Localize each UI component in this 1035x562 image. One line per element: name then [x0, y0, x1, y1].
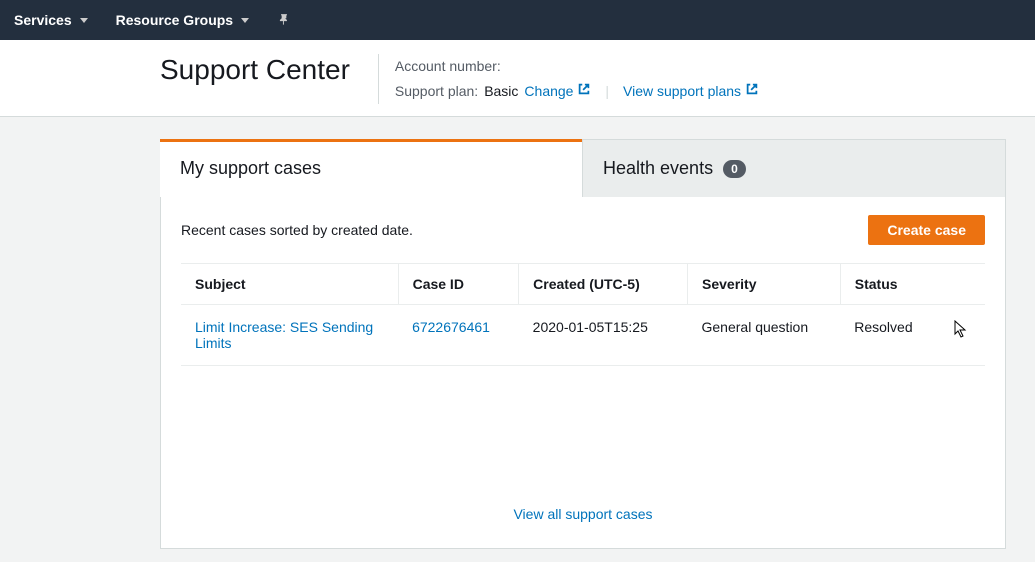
case-id-link[interactable]: 6722676461 [412, 319, 490, 335]
cases-panel: Recent cases sorted by created date. Cre… [160, 197, 1006, 549]
create-case-button[interactable]: Create case [868, 215, 985, 245]
header-band: Support Center Account number: Support p… [0, 40, 1035, 117]
case-subject-link[interactable]: Limit Increase: SES Sending Limits [195, 319, 373, 351]
tab-my-cases[interactable]: My support cases [160, 139, 582, 197]
case-status: Resolved [840, 305, 985, 366]
page-title: Support Center [160, 54, 378, 86]
content-wrap: My support cases Health events 0 Recent … [160, 139, 1006, 549]
nav-resource-groups[interactable]: Resource Groups [116, 12, 249, 28]
view-plans-label: View support plans [623, 83, 741, 99]
view-all-cases-link[interactable]: View all support cases [181, 506, 985, 522]
recent-cases-text: Recent cases sorted by created date. [181, 222, 413, 238]
tab-my-cases-label: My support cases [180, 158, 321, 179]
col-created: Created (UTC-5) [519, 264, 688, 305]
caret-down-icon [241, 18, 249, 23]
change-plan-label: Change [524, 83, 573, 99]
table-row: Limit Increase: SES Sending Limits 67226… [181, 305, 985, 366]
nav-resource-groups-label: Resource Groups [116, 12, 233, 28]
support-plan-label: Support plan: [395, 79, 478, 104]
case-severity: General question [688, 305, 841, 366]
tab-health-events-label: Health events [603, 158, 713, 179]
view-plans-link[interactable]: View support plans [623, 79, 759, 104]
tab-health-events[interactable]: Health events 0 [582, 139, 1006, 197]
col-subject: Subject [181, 264, 398, 305]
cases-table: Subject Case ID Created (UTC-5) Severity… [181, 263, 985, 366]
separator: | [605, 79, 609, 104]
health-count-badge: 0 [723, 160, 746, 178]
table-header-row: Subject Case ID Created (UTC-5) Severity… [181, 264, 985, 305]
change-plan-link[interactable]: Change [524, 79, 591, 104]
top-nav: Services Resource Groups [0, 0, 1035, 40]
external-link-icon [577, 82, 591, 96]
nav-services[interactable]: Services [14, 12, 88, 28]
tabs: My support cases Health events 0 [160, 139, 1006, 197]
account-number-label: Account number: [395, 54, 501, 79]
external-link-icon [745, 82, 759, 96]
col-case-id: Case ID [398, 264, 519, 305]
case-created: 2020-01-05T15:25 [519, 305, 688, 366]
account-block: Account number: Support plan: Basic Chan… [378, 54, 759, 104]
col-status: Status [840, 264, 985, 305]
support-plan-value: Basic [484, 79, 518, 104]
col-severity: Severity [688, 264, 841, 305]
pin-icon[interactable] [277, 13, 291, 27]
caret-down-icon [80, 18, 88, 23]
nav-services-label: Services [14, 12, 72, 28]
